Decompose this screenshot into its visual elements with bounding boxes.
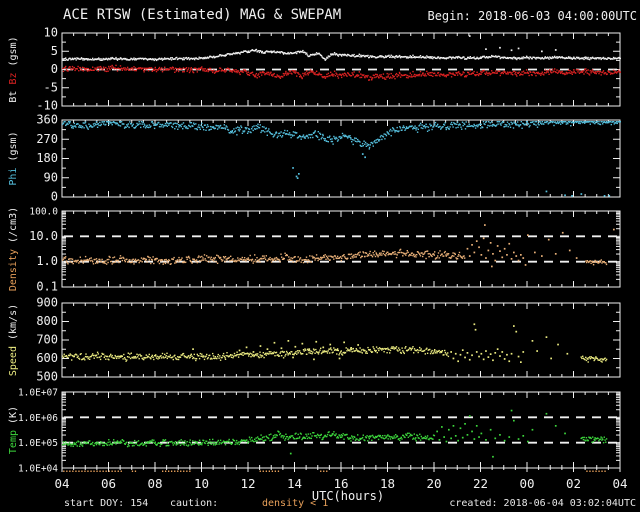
- y-tick-label: 900: [36, 296, 58, 310]
- series-Bt-outliers: [468, 35, 557, 53]
- x-tick-label: 06: [101, 476, 116, 491]
- panel-frame: [61, 210, 621, 288]
- caution-dots: [63, 470, 606, 472]
- panel-density: 100.0 10.0 1.0 0.1 Density (/cm3): [8, 207, 621, 294]
- panel-temp: 1.0E+07 1.0E+06 1.0E+05 1.0E+04 Temp (K): [8, 388, 621, 475]
- y-tick-label: 180: [36, 151, 58, 165]
- y-tick-label: 0.1: [36, 280, 58, 294]
- panel-frame: [61, 119, 621, 198]
- panel-label-temp: Temp (K): [8, 406, 19, 454]
- ace-rtsw-plot: ACE RTSW (Estimated) MAG & SWEPAM Begin:…: [0, 0, 640, 512]
- y-tick-label: 700: [36, 333, 58, 347]
- panel-label-bt-bz: Bt Bz (gsm): [8, 36, 19, 102]
- panel-speed: 900 800 700 600 500 Speed (km/s): [8, 296, 621, 384]
- y-tick-label: 0: [51, 190, 58, 204]
- series-Temp: [62, 430, 436, 448]
- panel-label-density: Density (/cm3): [8, 207, 19, 291]
- series-Phi-excursions: [292, 153, 611, 197]
- plot-canvas: 1050-5-10Bt Bz (gsm)360270180900Phi (gsm…: [8, 26, 628, 504]
- y-tick-label: 800: [36, 314, 58, 328]
- y-tick-label: 270: [36, 132, 58, 146]
- series-Bz: [62, 64, 621, 81]
- x-tick-label: 12: [240, 476, 255, 491]
- y-tick-label: 360: [36, 113, 58, 127]
- y-tick-label: 1.0: [36, 254, 58, 268]
- y-tick-label: -10: [36, 99, 58, 113]
- x-tick-label: 08: [147, 476, 162, 491]
- y-tick-label: 1.0E+07: [18, 388, 58, 399]
- y-tick-label: 100.0: [29, 207, 58, 218]
- panel-frame: [61, 302, 621, 378]
- x-tick-label: 02: [566, 476, 581, 491]
- panel-label-speed: Speed (km/s): [8, 304, 19, 376]
- y-tick-label: 90: [44, 170, 58, 184]
- y-tick-label: 0: [51, 62, 58, 76]
- series-Speed-end: [580, 355, 608, 363]
- x-tick-label: 14: [287, 476, 302, 491]
- series-Temp-scatter: [289, 409, 566, 458]
- x-tick-label: 22: [473, 476, 488, 491]
- caution-density-note: density < 1: [262, 498, 329, 509]
- panel-label-phi: Phi (gsm): [8, 131, 19, 185]
- y-tick-label: 500: [36, 370, 58, 384]
- y-tick-label: 600: [36, 351, 58, 365]
- y-tick-label: 10: [44, 26, 58, 40]
- caution-label: caution:: [170, 498, 219, 509]
- series-Bt: [62, 48, 621, 62]
- x-tick-label: 10: [194, 476, 209, 491]
- y-tick-label: 10.0: [29, 229, 58, 243]
- series-Speed: [62, 346, 450, 362]
- panel-frame: [61, 391, 621, 469]
- y-tick-label: 1.0E+05: [18, 438, 58, 449]
- series-Density-end: [585, 259, 608, 266]
- y-tick-label: -5: [44, 80, 58, 94]
- y-tick-label: 1.0E+04: [18, 464, 58, 475]
- x-tick-label: 00: [519, 476, 534, 491]
- series-Speed-scatter-late: [450, 323, 569, 363]
- x-tick-label: 04: [54, 476, 69, 491]
- panel-phi: 360 270 180 90 0 Phi (gsm): [8, 113, 621, 204]
- x-tick-label: 04: [612, 476, 627, 491]
- panel-bt-bz: 10 5 0 -5 -10 Bt Bz (gsm): [8, 26, 621, 113]
- y-tick-label: 1.0E+06: [18, 413, 58, 424]
- x-tick-label: 20: [426, 476, 441, 491]
- y-tick-label: 5: [51, 44, 58, 58]
- created-timestamp: created: 2018-06-04 03:02:04UTC: [449, 498, 636, 509]
- start-doy-label: start DOY: 154: [64, 498, 149, 509]
